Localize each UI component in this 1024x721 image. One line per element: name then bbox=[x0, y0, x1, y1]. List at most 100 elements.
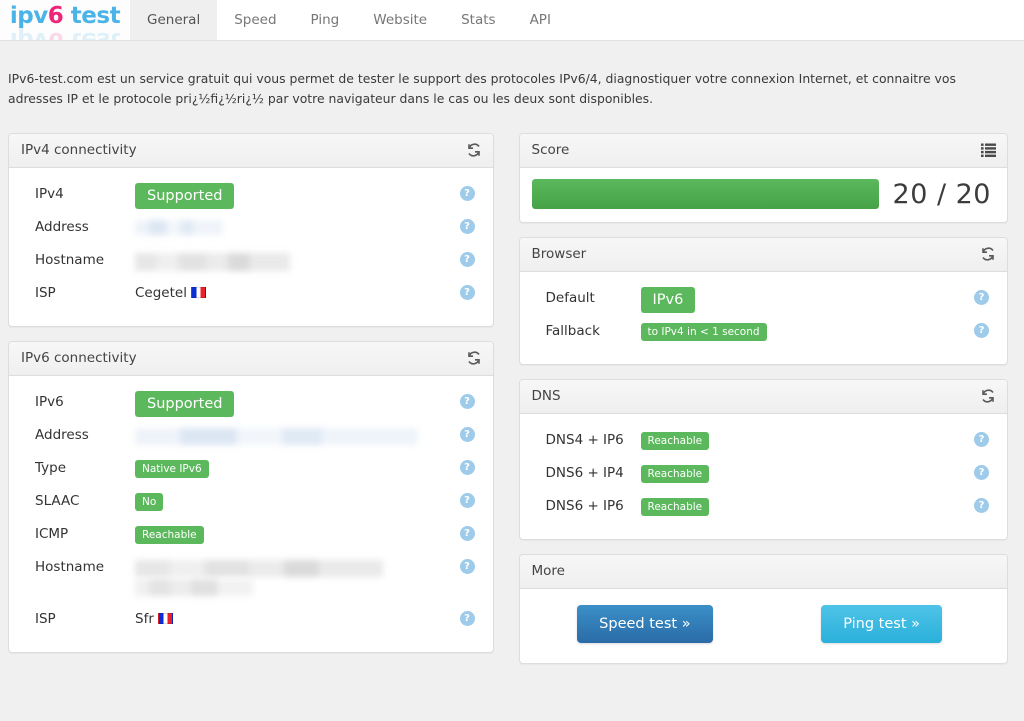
flag-fr-icon bbox=[190, 286, 206, 298]
refresh-icon[interactable] bbox=[465, 349, 483, 367]
panel-ipv6-body: IPv6 Supported ? Address ? Type Native I… bbox=[9, 376, 493, 652]
score-value: 20 / 20 bbox=[892, 178, 991, 210]
panel-ipv6-header: IPv6 connectivity bbox=[9, 341, 493, 376]
flag-fr-icon bbox=[157, 612, 173, 624]
panel-browser-title: Browser bbox=[531, 246, 587, 263]
help-icon[interactable]: ? bbox=[974, 431, 989, 447]
tab-website[interactable]: Website bbox=[356, 0, 444, 40]
help-icon[interactable]: ? bbox=[459, 459, 475, 475]
list-icon[interactable] bbox=[979, 141, 997, 159]
site-logo[interactable]: ipv6 test ipv6 test bbox=[0, 0, 130, 40]
row-ipv6-isp: ISP Sfr ? bbox=[21, 605, 481, 638]
row-value-address bbox=[135, 213, 481, 235]
panel-ipv4-connectivity: IPv4 connectivity IPv4 Supported ? Addre… bbox=[8, 132, 494, 327]
status-badge-slaac: No bbox=[135, 492, 164, 512]
help-icon[interactable]: ? bbox=[459, 558, 475, 574]
nav-tabs: General Speed Ping Website Stats API bbox=[130, 0, 568, 40]
row-ipv4-hostname: Hostname ? bbox=[21, 246, 481, 279]
help-icon[interactable]: ? bbox=[459, 492, 475, 508]
help-icon[interactable]: ? bbox=[459, 426, 475, 442]
row-ipv4-support: IPv4 Supported ? bbox=[21, 180, 481, 213]
status-badge-ipv4: Supported bbox=[135, 182, 235, 210]
help-icon[interactable]: ? bbox=[974, 464, 989, 480]
row-label-ipv6: IPv6 bbox=[35, 393, 64, 410]
help-icon[interactable]: ? bbox=[459, 525, 475, 541]
status-badge-ipv6: Supported bbox=[135, 390, 235, 418]
row-value-address bbox=[135, 421, 481, 445]
redacted-ipv6-hostname-line2 bbox=[135, 578, 253, 596]
help-icon[interactable]: ? bbox=[459, 284, 475, 300]
refresh-icon[interactable] bbox=[979, 245, 997, 263]
row-value-slaac: No bbox=[135, 487, 481, 512]
help-icon[interactable]: ? bbox=[459, 218, 475, 234]
status-badge-dns6-ip6: Reachable bbox=[640, 497, 710, 517]
redacted-ipv6-hostname-line1 bbox=[135, 559, 383, 577]
refresh-icon[interactable] bbox=[979, 387, 997, 405]
row-label-isp: ISP bbox=[35, 610, 56, 627]
help-icon[interactable]: ? bbox=[974, 322, 989, 338]
row-label-address: Address bbox=[35, 426, 89, 443]
row-browser-default: Default IPv6 ? bbox=[532, 284, 996, 317]
row-label-isp: ISP bbox=[35, 284, 56, 301]
row-ipv6-hostname: Hostname ? bbox=[21, 553, 481, 605]
row-value-hostname bbox=[135, 553, 481, 596]
row-label-default: Default bbox=[545, 289, 595, 306]
panel-browser-body: Default IPv6 ? Fallback to IPv4 in < 1 s… bbox=[520, 272, 1008, 364]
help-icon[interactable]: ? bbox=[459, 610, 475, 626]
panel-ipv4-title: IPv4 connectivity bbox=[21, 142, 137, 159]
score-progress-fill bbox=[531, 179, 879, 210]
panel-more-title: More bbox=[531, 563, 565, 580]
panel-more-header: More bbox=[519, 554, 1007, 589]
row-browser-fallback: Fallback to IPv4 in < 1 second ? bbox=[532, 317, 996, 350]
help-icon[interactable]: ? bbox=[459, 393, 475, 409]
panel-dns-header: DNS bbox=[519, 379, 1007, 414]
panel-score-title: Score bbox=[531, 142, 570, 159]
tab-speed[interactable]: Speed bbox=[217, 0, 293, 40]
row-ipv6-icmp: ICMP Reachable ? bbox=[21, 520, 481, 553]
speed-test-button[interactable]: Speed test » bbox=[577, 604, 713, 643]
panel-more-body: Speed test » Ping test » bbox=[520, 589, 1008, 663]
refresh-icon[interactable] bbox=[465, 141, 483, 159]
row-value-hostname bbox=[135, 246, 481, 271]
row-value-ipv6: Supported bbox=[135, 388, 481, 418]
panel-ipv4-body: IPv4 Supported ? Address ? Hostname ? IS… bbox=[9, 168, 493, 326]
logo-prefix: ipv bbox=[9, 3, 48, 29]
row-value-dns6-ip6: Reachable bbox=[640, 492, 996, 517]
row-label-hostname: Hostname bbox=[35, 558, 105, 575]
help-icon[interactable]: ? bbox=[459, 251, 475, 267]
row-label-hostname: Hostname bbox=[35, 251, 105, 268]
tab-ping[interactable]: Ping bbox=[294, 0, 357, 40]
panel-ipv6-title: IPv6 connectivity bbox=[21, 350, 137, 367]
row-dns4-ip6: DNS4 + IP6 Reachable ? bbox=[532, 426, 996, 459]
status-badge-dns6-ip4: Reachable bbox=[640, 464, 710, 484]
redacted-ipv4-address bbox=[135, 219, 223, 235]
row-label-slaac: SLAAC bbox=[35, 492, 80, 509]
row-value-type: Native IPv6 bbox=[135, 454, 481, 479]
panel-score-header: Score bbox=[519, 133, 1007, 168]
row-ipv6-support: IPv6 Supported ? bbox=[21, 388, 481, 421]
panel-browser-header: Browser bbox=[519, 237, 1007, 272]
row-label-fallback: Fallback bbox=[545, 322, 600, 339]
logo-reflection: ipv6 test bbox=[0, 27, 130, 40]
panel-ipv4-header: IPv4 connectivity bbox=[9, 133, 493, 168]
status-badge-default: IPv6 bbox=[640, 286, 696, 314]
panel-score: Score 20 / 20 bbox=[518, 132, 1008, 223]
help-icon[interactable]: ? bbox=[974, 497, 989, 513]
panel-ipv6-connectivity: IPv6 connectivity IPv6 Supported ? Addre… bbox=[8, 340, 494, 653]
row-label-dns6-ip4: DNS6 + IP4 bbox=[545, 464, 624, 481]
ping-test-button[interactable]: Ping test » bbox=[821, 604, 943, 643]
help-icon[interactable]: ? bbox=[459, 185, 475, 201]
panel-score-body: 20 / 20 bbox=[520, 168, 1008, 222]
row-label-address: Address bbox=[35, 218, 89, 235]
tab-stats[interactable]: Stats bbox=[444, 0, 512, 40]
left-column: IPv4 connectivity IPv4 Supported ? Addre… bbox=[8, 132, 494, 678]
row-value-dns6-ip4: Reachable bbox=[640, 459, 996, 484]
help-icon[interactable]: ? bbox=[974, 289, 989, 305]
tab-api[interactable]: API bbox=[513, 0, 568, 40]
logo-highlight: 6 bbox=[47, 3, 64, 29]
logo-text: ipv6 test bbox=[9, 3, 121, 29]
row-ipv6-type: Type Native IPv6 ? bbox=[21, 454, 481, 487]
row-value-icmp: Reachable bbox=[135, 520, 481, 545]
tab-general[interactable]: General bbox=[130, 0, 218, 40]
logo-suffix: test bbox=[63, 3, 121, 29]
